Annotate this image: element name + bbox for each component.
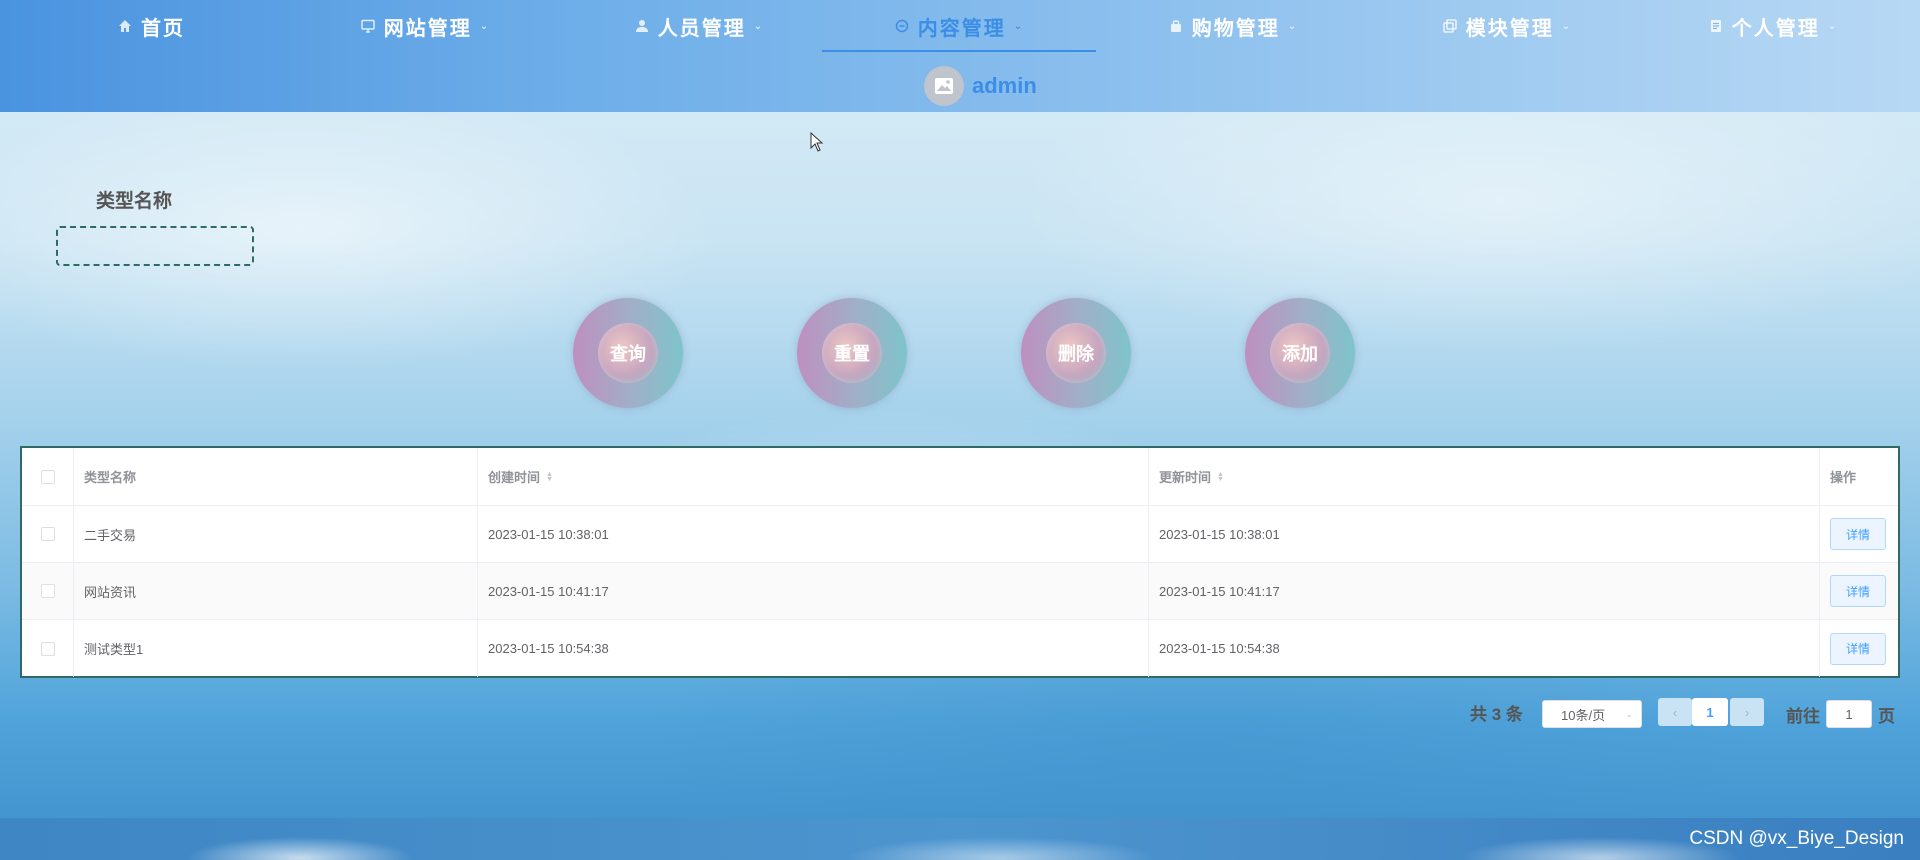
cell-updated-time: 2023-01-15 10:41:17: [1149, 563, 1820, 619]
chevron-down-icon: ⌄: [753, 20, 765, 32]
detail-button[interactable]: 详情: [1830, 632, 1886, 665]
cell-type-name: 二手交易: [74, 506, 478, 562]
nav-item-modules[interactable]: 模块管理 ⌄: [1370, 0, 1644, 52]
search-label: 类型名称: [96, 191, 173, 212]
goto-label: 前往: [1786, 707, 1820, 726]
bag-icon: [1168, 18, 1184, 34]
document-icon: [1708, 18, 1724, 34]
cell-type-name: 网站资讯: [74, 563, 478, 619]
query-button-label: 查询: [598, 323, 658, 383]
cell-created-time: 2023-01-15 10:54:38: [478, 620, 1149, 677]
column-header-created-time[interactable]: 创建时间 ▲ ▼: [478, 448, 1149, 505]
avatar[interactable]: [924, 66, 964, 106]
mouse-cursor-icon: [810, 132, 824, 152]
page-size-select[interactable]: 10条/页 ⌄: [1542, 700, 1642, 728]
reset-button[interactable]: 重置: [797, 298, 907, 408]
reset-button-label: 重置: [822, 323, 882, 383]
image-icon: [935, 78, 953, 94]
nav-item-content[interactable]: 内容管理 ⌄: [822, 0, 1096, 52]
user-icon: [634, 18, 650, 34]
table-row[interactable]: 二手交易 2023-01-15 10:38:01 2023-01-15 10:3…: [22, 506, 1898, 563]
monitor-icon: [360, 18, 376, 34]
table-row[interactable]: 网站资讯 2023-01-15 10:41:17 2023-01-15 10:4…: [22, 563, 1898, 620]
data-table: 类型名称 创建时间 ▲ ▼ 更新时间 ▲ ▼ 操作 二手交易 2023-01-15 …: [20, 446, 1900, 678]
watermark: CSDN @vx_Biye_Design: [1689, 828, 1904, 849]
column-header-actions: 操作: [1830, 470, 1857, 485]
nav-item-label: 网站管理: [383, 17, 472, 40]
row-checkbox[interactable]: [40, 527, 55, 541]
nav-item-label: 人员管理: [657, 17, 746, 40]
cell-updated-time: 2023-01-15 10:38:01: [1149, 506, 1820, 562]
cell-type-name: 测试类型1: [74, 620, 478, 677]
nav-item-people[interactable]: 人员管理 ⌄: [562, 0, 836, 52]
chevron-down-icon: ⌄: [1287, 20, 1299, 32]
delete-button[interactable]: 删除: [1021, 298, 1131, 408]
chevron-right-icon: ›: [1744, 704, 1750, 720]
username: admin: [972, 73, 1037, 98]
chevron-down-icon: ⌄: [1827, 20, 1839, 32]
chevron-down-icon: ⌄: [479, 20, 491, 32]
query-button[interactable]: 查询: [573, 298, 683, 408]
nav-item-label: 首页: [141, 17, 185, 40]
pagination-total: 共 3 条: [1470, 705, 1523, 724]
nav-item-personal[interactable]: 个人管理 ⌄: [1636, 0, 1910, 52]
chevron-left-icon: ‹: [1672, 704, 1678, 720]
detail-button[interactable]: 详情: [1830, 518, 1886, 550]
table-header-row: 类型名称 创建时间 ▲ ▼ 更新时间 ▲ ▼ 操作: [22, 448, 1898, 506]
copy-icon: [1442, 18, 1458, 34]
chevron-down-icon: ⌄: [1013, 20, 1025, 32]
cell-created-time: 2023-01-15 10:41:17: [478, 563, 1149, 619]
home-icon: [117, 18, 133, 34]
select-all-checkbox[interactable]: [40, 469, 55, 484]
nav-item-label: 购物管理: [1191, 17, 1280, 40]
page-number-button[interactable]: 1: [1692, 698, 1728, 726]
cell-created-time: 2023-01-15 10:38:01: [478, 506, 1149, 562]
table-row[interactable]: 测试类型1 2023-01-15 10:54:38 2023-01-15 10:…: [22, 620, 1898, 677]
nav-item-home[interactable]: 首页: [14, 0, 288, 52]
row-checkbox[interactable]: [40, 584, 55, 598]
footer-banner: [0, 818, 1920, 860]
add-button[interactable]: 添加: [1245, 298, 1355, 408]
sort-icon[interactable]: ▲ ▼: [546, 471, 553, 483]
prev-page-button[interactable]: ‹: [1658, 698, 1692, 726]
chat-icon: [894, 18, 910, 34]
column-header-updated-time[interactable]: 更新时间 ▲ ▼: [1149, 448, 1820, 505]
user-info[interactable]: admin: [924, 66, 1037, 106]
nav-item-website[interactable]: 网站管理 ⌄: [288, 0, 562, 52]
cell-updated-time: 2023-01-15 10:54:38: [1149, 620, 1820, 677]
main-nav: 首页 网站管理 ⌄ 人员管理 ⌄ 内容管理 ⌄ 购物管理 ⌄ 模块管理 ⌄ 个人…: [0, 0, 1920, 52]
delete-button-label: 删除: [1046, 323, 1106, 383]
select-all-cell: [22, 448, 74, 505]
page-size-value: 10条/页: [1561, 707, 1606, 723]
row-checkbox[interactable]: [40, 641, 55, 656]
next-page-button[interactable]: ›: [1730, 698, 1764, 726]
top-header: 首页 网站管理 ⌄ 人员管理 ⌄ 内容管理 ⌄ 购物管理 ⌄ 模块管理 ⌄ 个人…: [0, 0, 1920, 112]
nav-item-label: 个人管理: [1731, 17, 1820, 40]
column-header-type-name: 类型名称: [74, 448, 478, 505]
goto-page-input[interactable]: [1826, 700, 1872, 728]
add-button-label: 添加: [1270, 323, 1330, 383]
type-name-input[interactable]: [56, 226, 254, 266]
detail-button[interactable]: 详情: [1830, 575, 1886, 607]
nav-item-label: 模块管理: [1465, 17, 1554, 40]
chevron-down-icon: ⌄: [1625, 708, 1633, 719]
nav-item-label: 内容管理: [917, 17, 1006, 40]
nav-item-shopping[interactable]: 购物管理 ⌄: [1096, 0, 1370, 52]
page-unit-label: 页: [1878, 707, 1895, 726]
sort-icon[interactable]: ▲ ▼: [1217, 471, 1224, 483]
chevron-down-icon: ⌄: [1561, 20, 1573, 32]
